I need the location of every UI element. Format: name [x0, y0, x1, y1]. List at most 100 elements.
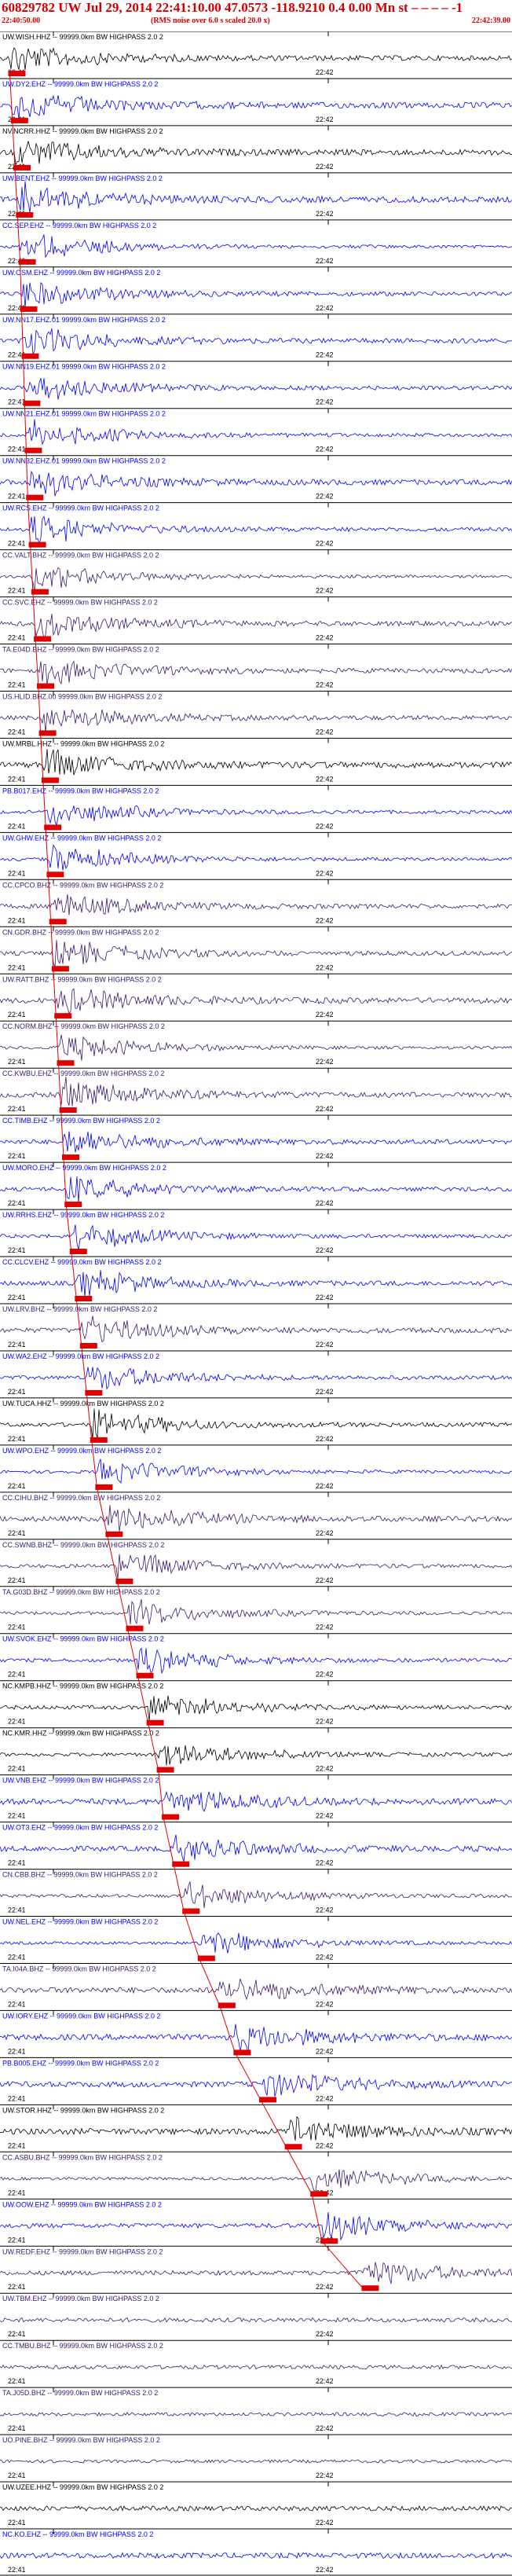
tick-label: 22:41 — [8, 1341, 26, 1349]
waveform-line — [0, 1176, 512, 1203]
tick-label: 22:42 — [316, 1529, 334, 1537]
waveform-line — [0, 1408, 512, 1440]
tick-label: 22:42 — [316, 1482, 334, 1490]
channel-trace-32: CC.SWNB.BHZ -- 99999.0km BW HIGHPASS 2.0… — [0, 1539, 512, 1584]
pick-marker — [41, 777, 59, 783]
tick-label: 22:42 — [316, 916, 334, 924]
channel-label: UW.GHW.EHZ -- 99999.0km BW HIGHPASS 2.0 … — [2, 834, 161, 842]
waveform-line — [0, 1554, 512, 1580]
pick-marker — [24, 447, 42, 453]
channel-label: CC.CPCO.BHZ -- 99999.0km BW HIGHPASS 2.0… — [2, 881, 163, 889]
channel-trace-4: CC.SEP.EHZ -- 99999.0km BW HIGHPASS 2.0 … — [0, 219, 512, 265]
pick-marker — [172, 1861, 190, 1867]
tick-label: 22:41 — [8, 963, 26, 971]
channel-label: CN.CBB.BHZ -- 99999.0km BW HIGHPASS 2.0 … — [2, 1871, 158, 1879]
tick-label: 22:42 — [316, 1859, 334, 1867]
channel-trace-20: UW.RATT.BHZ -- 99999.0km BW HIGHPASS 2.0… — [0, 973, 512, 1019]
tick-label: 22:41 — [8, 1906, 26, 1914]
channel-trace-22: CC.KWBU.EHZ -- 99999.0km BW HIGHPASS 2.0… — [0, 1067, 512, 1114]
channel-label: PB.B005.EHZ -- 99999.0km BW HIGHPASS 2.0… — [2, 2059, 159, 2067]
pick-marker — [16, 211, 34, 218]
tick-label: 22:42 — [316, 257, 334, 265]
channel-trace-16: PB.B017.EHZ -- 99999.0km BW HIGHPASS 2.0… — [0, 784, 512, 831]
tick-label: 22:42 — [316, 2377, 334, 2385]
waveform-line — [0, 894, 512, 916]
waveform-line — [0, 2364, 512, 2370]
pick-marker — [34, 636, 52, 642]
tick-label: 22:41 — [8, 916, 26, 924]
tick-label: 22:41 — [8, 2283, 26, 2291]
tick-label: 22:42 — [316, 2000, 334, 2008]
channel-label: CC.TIMB.EHZ -- 99999.0km BW HIGHPASS 2.0… — [2, 1117, 160, 1125]
channel-trace-34: UW.SVOK.EHZ -- 99999.0km BW HIGHPASS 2.0… — [0, 1633, 512, 1679]
channel-label: UW.WPO.EHZ -- 99999.0km BW HIGHPASS 2.0 … — [2, 1447, 161, 1455]
tick-label: 22:42 — [316, 1341, 334, 1349]
channel-trace-42: UW.IORY.EHZ -- 99999.0km BW HIGHPASS 2.0… — [0, 2009, 512, 2056]
waveform-line — [0, 516, 512, 545]
channel-trace-51: UO.PINE.BHZ -- 99999.0km BW HIGHPASS 2.0… — [0, 2434, 512, 2479]
tick-label: 22:42 — [316, 2566, 334, 2574]
tick-label: 22:41 — [8, 1105, 26, 1113]
pick-marker — [62, 1154, 79, 1161]
tick-label: 22:41 — [8, 2000, 26, 2008]
tick-label: 22:42 — [316, 1294, 334, 1301]
tick-label: 22:42 — [316, 1246, 334, 1254]
pick-marker — [13, 164, 31, 171]
waveform-line — [0, 709, 512, 733]
tick-label: 22:42 — [316, 1954, 334, 1961]
tick-label: 22:42 — [316, 1388, 334, 1396]
tick-label: 22:42 — [316, 2471, 334, 2479]
tick-label: 22:41 — [8, 2566, 26, 2574]
tick-label: 22:41 — [8, 1199, 26, 1207]
waveform-line — [0, 1034, 512, 1061]
channel-trace-2: NV.NCRR.HHZ -- 99999.0km BW HIGHPASS 2.0… — [0, 125, 512, 171]
channel-label: UW.RRHS.EHZ -- 99999.0km BW HIGHPASS 2.0… — [2, 1211, 164, 1219]
pick-marker — [28, 541, 46, 548]
waveform-line — [0, 988, 512, 1015]
pick-marker — [31, 589, 49, 595]
waveform-line — [0, 567, 512, 592]
pick-marker — [310, 2191, 328, 2197]
channel-label: TA.E04D.BHZ -- 99999.0km BW HIGHPASS 2.0… — [2, 646, 159, 654]
channel-trace-21: CC.NORM.BHZ -- 99999.0km BW HIGHPASS 2.0… — [0, 1020, 512, 1066]
tick-label: 22:41 — [8, 1388, 26, 1396]
channel-label: UW.WISH.HHZ -- 99999.0km BW HIGHPASS 2.0… — [2, 33, 163, 41]
tick-label: 22:42 — [316, 2519, 334, 2526]
channel-trace-43: PB.B005.EHZ -- 99999.0km BW HIGHPASS 2.0… — [0, 2057, 512, 2103]
pick-marker — [49, 919, 67, 925]
channel-trace-28: UW.WA2.EHZ -- 99999.0km BW HIGHPASS 2.0 … — [0, 1350, 512, 1396]
channel-label: UW.BENT.EHZ -- 99999.0km BW HIGHPASS 2.0… — [2, 174, 163, 182]
channel-label: PB.B017.EHZ -- 99999.0km BW HIGHPASS 2.0… — [2, 787, 159, 794]
rms-note: (RMS noise over 6.0 s scaled 20.0 x) — [151, 17, 270, 25]
channel-label: UW.RCS.EHZ -- 99999.0km BW HIGHPASS 2.0 … — [2, 505, 159, 512]
tick-label: 22:41 — [8, 2377, 26, 2385]
tick-label: 22:41 — [8, 1435, 26, 1443]
end-time: 22:42:39.00 — [471, 17, 510, 25]
tick-label: 22:42 — [316, 1058, 334, 1066]
tick-label: 22:42 — [316, 1718, 334, 1726]
channel-trace-12: CC.SVC.EHZ -- 99999.0km BW HIGHPASS 2.0 … — [0, 596, 512, 642]
waveform-line — [0, 1598, 512, 1625]
tick-label: 22:42 — [316, 540, 334, 548]
channel-label: CC.SWNB.BHZ -- 99999.0km BW HIGHPASS 2.0… — [2, 1541, 164, 1549]
tick-label: 22:42 — [316, 398, 334, 406]
channel-trace-48: UW.TBM.EHZ -- 99999.0km BW HIGHPASS 2.0 … — [0, 2292, 512, 2338]
tick-label: 22:42 — [316, 963, 334, 971]
pick-marker — [10, 117, 28, 123]
tick-label: 22:42 — [316, 1199, 334, 1207]
channel-trace-26: CC.CLCV.EHZ -- 99999.0km BW HIGHPASS 2.0… — [0, 1256, 512, 1301]
channel-trace-13: TA.E04D.BHZ -- 99999.0km BW HIGHPASS 2.0… — [0, 644, 512, 689]
pick-marker — [51, 966, 69, 972]
tick-label: 22:41 — [8, 1812, 26, 1820]
tick-label: 22:42 — [316, 681, 334, 689]
channel-trace-25: UW.RRHS.EHZ -- 99999.0km BW HIGHPASS 2.0… — [0, 1209, 512, 1254]
channel-trace-37: UW.VNB.EHZ -- 99999.0km BW HIGHPASS 2.0 … — [0, 1774, 512, 1820]
channel-label: CC.KWBU.EHZ -- 99999.0km BW HIGHPASS 2.0… — [2, 1070, 164, 1077]
tick-label: 22:42 — [316, 2047, 334, 2055]
waveform-line — [0, 94, 512, 120]
channel-label: UW.WA2.EHZ -- 99999.0km BW HIGHPASS 2.0 … — [2, 1352, 159, 1360]
event-title: 60829782 UW Jul 29, 2014 22:41:10.00 47.… — [2, 0, 463, 15]
pick-marker — [361, 2285, 379, 2292]
waveform-line — [0, 1270, 512, 1297]
tick-label: 22:41 — [8, 2424, 26, 2432]
